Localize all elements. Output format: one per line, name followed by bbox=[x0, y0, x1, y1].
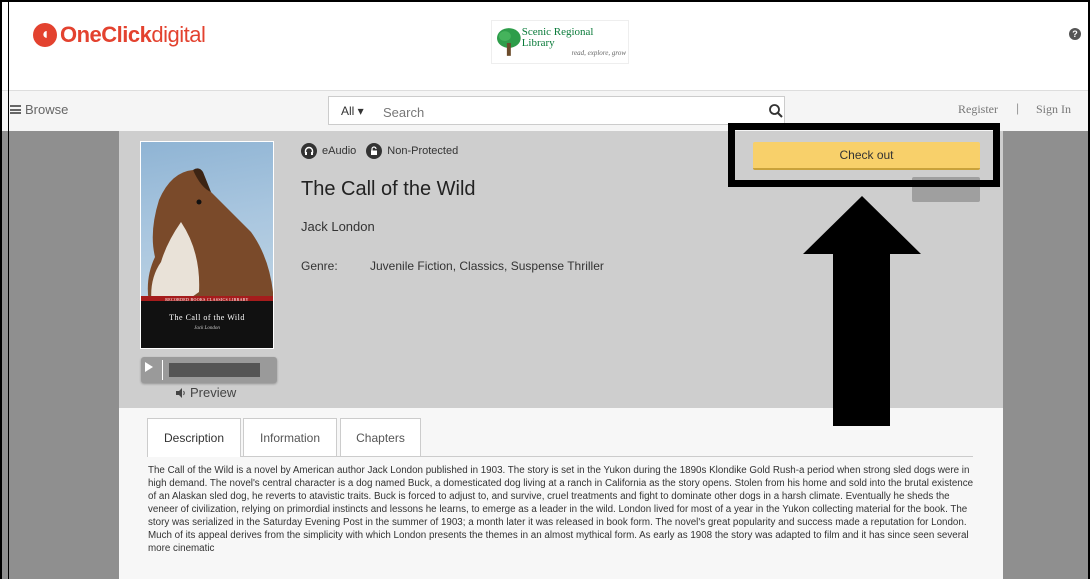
format-label: eAudio bbox=[322, 145, 357, 157]
tab-chapters[interactable]: Chapters bbox=[340, 418, 421, 456]
unlock-icon bbox=[366, 143, 383, 159]
preview-label: Preview bbox=[190, 385, 237, 400]
library-logo[interactable]: Scenic Regional Library read, explore, g… bbox=[491, 20, 629, 64]
search-bar: All ▾ bbox=[328, 96, 785, 125]
library-name: Scenic Regional Library bbox=[521, 26, 594, 49]
play-icon[interactable] bbox=[145, 362, 153, 372]
sign-in-link[interactable]: Sign In bbox=[1036, 102, 1071, 117]
hamburger-icon bbox=[10, 105, 21, 114]
audio-progress-bar[interactable] bbox=[169, 363, 260, 377]
audio-preview-player bbox=[141, 357, 277, 383]
overlay-right bbox=[1003, 131, 1090, 579]
library-tagline: read, explore, grow bbox=[571, 49, 626, 57]
logo-text-bold: OneClick bbox=[60, 22, 152, 47]
logo-text-light: digital bbox=[151, 22, 206, 47]
frame-rule bbox=[8, 2, 9, 579]
protection-label: Non-Protected bbox=[387, 145, 459, 157]
cover-band bbox=[141, 296, 273, 348]
highlight-box bbox=[728, 123, 1000, 187]
cover-title-text: The Call of the Wild bbox=[169, 313, 245, 322]
help-icon[interactable]: ? bbox=[1069, 28, 1081, 40]
tab-description[interactable]: Description bbox=[147, 418, 241, 457]
tree-icon bbox=[496, 28, 521, 56]
search-input[interactable] bbox=[381, 101, 745, 123]
genre-value[interactable]: Juvenile Fiction, Classics, Suspense Thr… bbox=[370, 259, 604, 273]
dog-illustration bbox=[147, 168, 273, 312]
book-title: The Call of the Wild bbox=[301, 178, 476, 200]
preview-link[interactable]: Preview bbox=[176, 385, 236, 400]
register-link[interactable]: Register bbox=[958, 102, 998, 117]
site-header: ◖ OneClick digital Scenic Regional Librar… bbox=[0, 0, 1090, 90]
cover-author-text: Jack London bbox=[194, 326, 220, 331]
oneclickdigital-logo[interactable]: ◖ OneClick digital bbox=[33, 22, 206, 48]
oneclick-logo-icon: ◖ bbox=[33, 23, 57, 47]
browse-menu-button[interactable]: Browse bbox=[10, 102, 68, 117]
book-author[interactable]: Jack London bbox=[301, 219, 375, 234]
player-divider bbox=[162, 360, 163, 380]
cover-series-text: RECORDED BOOKS CLASSICS LIBRARY bbox=[165, 297, 249, 302]
format-badges: eAudio Non-Protected bbox=[301, 143, 458, 159]
nav-separator: | bbox=[1016, 101, 1020, 115]
book-cover[interactable]: RECORDED BOOKS CLASSICS LIBRARY The Call… bbox=[140, 141, 274, 349]
browse-label: Browse bbox=[25, 102, 69, 117]
search-icon[interactable] bbox=[768, 103, 784, 119]
up-arrow-annotation bbox=[803, 196, 921, 426]
book-description: The Call of the Wild is a novel by Ameri… bbox=[148, 465, 974, 554]
tab-information[interactable]: Information bbox=[243, 418, 337, 456]
speaker-icon bbox=[176, 387, 185, 398]
search-category-dropdown[interactable]: All ▾ bbox=[341, 104, 364, 118]
genre-label: Genre: bbox=[301, 259, 338, 273]
overlay-left bbox=[0, 131, 119, 579]
headphones-icon bbox=[301, 143, 317, 159]
